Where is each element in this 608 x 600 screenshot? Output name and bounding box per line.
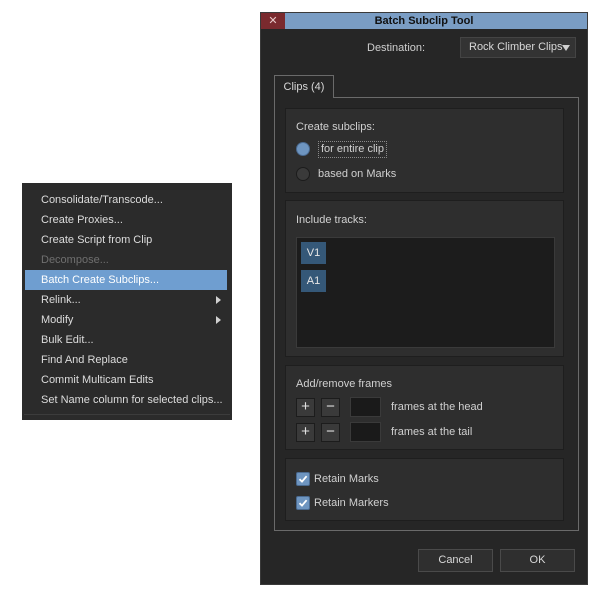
- menu-item-bulk-edit[interactable]: Bulk Edit...: [22, 330, 227, 350]
- submenu-arrow-icon: [216, 316, 221, 324]
- menu-item-commit-multicam[interactable]: Commit Multicam Edits: [22, 370, 227, 390]
- menu-item-create-proxies[interactable]: Create Proxies...: [22, 210, 227, 230]
- tracks-list: V1 A1: [296, 237, 555, 348]
- radio-based-on-marks-label: based on Marks: [318, 168, 397, 180]
- checkmark-icon: [298, 475, 308, 483]
- head-add-button[interactable]: +: [296, 398, 315, 417]
- destination-dropdown[interactable]: Rock Climber Clips: [460, 37, 576, 58]
- radio-based-on-marks[interactable]: [296, 167, 310, 181]
- retain-marks-checkbox[interactable]: [296, 472, 310, 486]
- tail-frames-label: frames at the tail: [391, 426, 473, 438]
- tail-remove-button[interactable]: −: [321, 423, 340, 442]
- menu-item-relink[interactable]: Relink...: [22, 290, 227, 310]
- include-tracks-label: Include tracks:: [296, 214, 367, 226]
- dialog-titlebar[interactable]: Batch Subclip Tool: [261, 13, 587, 29]
- menu-item-decompose: Decompose...: [41, 254, 109, 266]
- tab-clips[interactable]: Clips (4): [274, 75, 334, 98]
- include-tracks-group: Include tracks: V1 A1: [285, 200, 564, 357]
- add-remove-frames-group: Add/remove frames + − frames at the head…: [285, 365, 564, 450]
- track-a1[interactable]: A1: [301, 270, 326, 292]
- cancel-button[interactable]: Cancel: [418, 549, 493, 572]
- tail-add-button[interactable]: +: [296, 423, 315, 442]
- track-v1[interactable]: V1: [301, 242, 326, 264]
- retain-markers-checkbox[interactable]: [296, 496, 310, 510]
- menu-item-relink-label: Relink...: [41, 294, 81, 306]
- retain-options-group: Retain Marks Retain Markers: [285, 458, 564, 521]
- menu-divider: [24, 414, 230, 415]
- head-frames-label: frames at the head: [391, 401, 483, 413]
- create-subclips-group: Create subclips: for entire clip based o…: [285, 108, 564, 193]
- menu-item-batch-create-subclips[interactable]: Batch Create Subclips...: [25, 270, 227, 290]
- head-frames-input[interactable]: [350, 397, 381, 417]
- dialog-title: Batch Subclip Tool: [374, 15, 474, 27]
- batch-subclip-dialog: Batch Subclip Tool ✕ Destination: Rock C…: [260, 12, 588, 585]
- create-subclips-label: Create subclips:: [296, 121, 375, 133]
- add-remove-frames-label: Add/remove frames: [296, 378, 392, 390]
- context-menu: Consolidate/Transcode... Create Proxies.…: [22, 183, 232, 420]
- radio-entire-clip[interactable]: [296, 142, 310, 156]
- menu-item-modify[interactable]: Modify: [22, 310, 227, 330]
- menu-item-consolidate[interactable]: Consolidate/Transcode...: [22, 190, 227, 210]
- destination-value: Rock Climber Clips: [469, 41, 563, 53]
- retain-marks-label: Retain Marks: [314, 473, 379, 485]
- menu-item-find-replace[interactable]: Find And Replace: [22, 350, 227, 370]
- retain-markers-label: Retain Markers: [314, 497, 389, 509]
- menu-item-create-script[interactable]: Create Script from Clip: [22, 230, 227, 250]
- close-icon[interactable]: ✕: [261, 13, 285, 29]
- menu-item-modify-label: Modify: [41, 314, 74, 326]
- destination-label: Destination:: [367, 42, 426, 54]
- chevron-down-icon: [562, 45, 570, 51]
- head-remove-button[interactable]: −: [321, 398, 340, 417]
- radio-entire-clip-label: for entire clip: [318, 141, 387, 158]
- ok-button[interactable]: OK: [500, 549, 575, 572]
- tail-frames-input[interactable]: [350, 422, 381, 442]
- submenu-arrow-icon: [216, 296, 221, 304]
- menu-item-set-name-column[interactable]: Set Name column for selected clips...: [22, 390, 227, 410]
- checkmark-icon: [298, 499, 308, 507]
